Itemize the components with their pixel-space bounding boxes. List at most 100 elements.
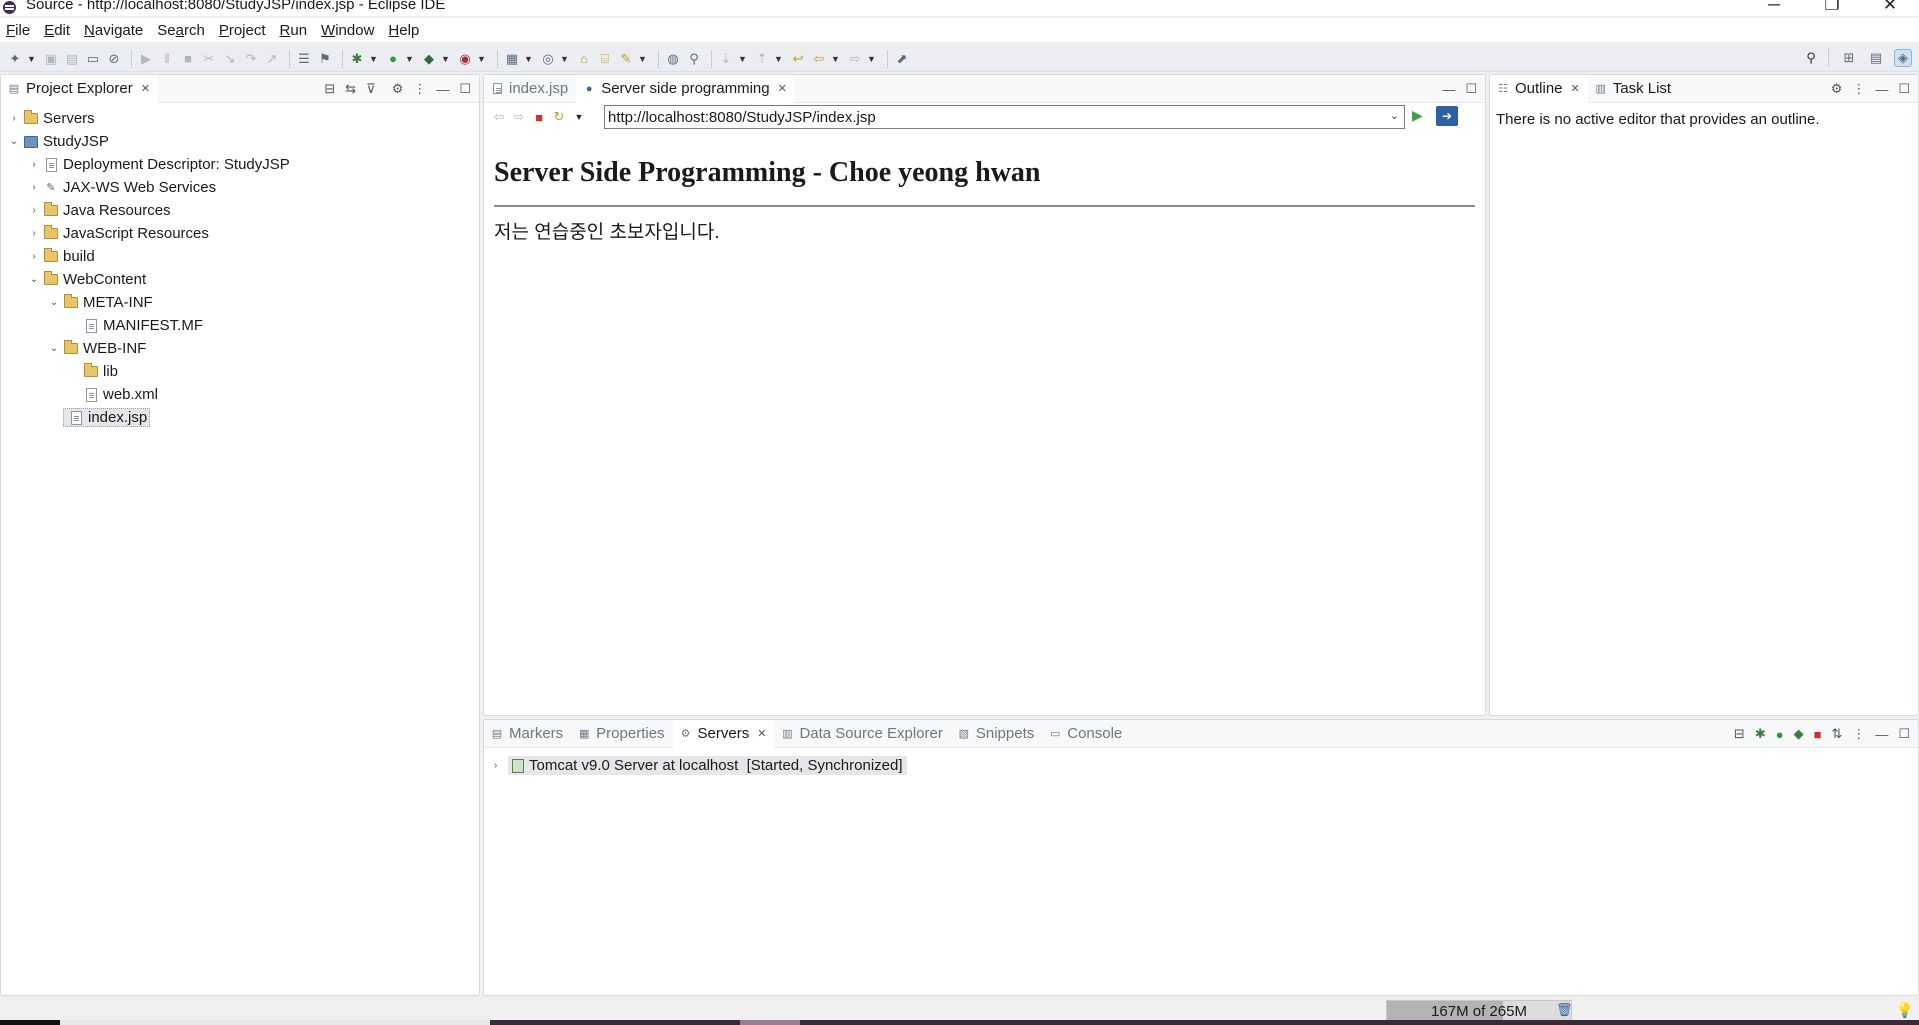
chevron-down-icon[interactable]: ⌄: [47, 343, 61, 354]
tree-item-servers[interactable]: › Servers: [1, 107, 479, 130]
open-external-browser-icon[interactable]: ➔: [1436, 106, 1458, 126]
stop-server-icon[interactable]: ■: [1814, 727, 1822, 742]
chevron-right-icon[interactable]: ›: [27, 205, 41, 216]
menu-project[interactable]: Project: [219, 22, 266, 39]
chevron-right-icon[interactable]: ›: [494, 760, 508, 771]
refresh-icon[interactable]: ↻: [550, 109, 568, 125]
heap-status[interactable]: 167M of 265M: [1386, 1000, 1572, 1022]
menu-run[interactable]: Run: [280, 22, 308, 39]
refresh-dropdown-icon[interactable]: ▼: [570, 112, 588, 122]
save-icon[interactable]: ▣: [42, 50, 60, 68]
previous-annotation-icon[interactable]: ⇡: [753, 50, 771, 68]
view-menu-icon[interactable]: ⋮: [413, 81, 426, 97]
close-icon[interactable]: ✕: [1571, 82, 1580, 95]
web-perspective-icon[interactable]: ◈: [1894, 49, 1912, 67]
tab-console[interactable]: ▭ Console: [1042, 720, 1130, 748]
tree-item-web-xml[interactable]: web.xml: [1, 383, 479, 406]
skip-breakpoints-icon[interactable]: ⊘: [105, 50, 123, 68]
collapse-all-icon[interactable]: ⊟: [324, 81, 335, 97]
server-entry-label[interactable]: Tomcat v9.0 Server at localhost [Started…: [508, 756, 907, 775]
debug-server-icon[interactable]: ✱: [1755, 726, 1766, 742]
toggle-block-icon[interactable]: ☰: [295, 50, 313, 68]
debug-dropdown-icon[interactable]: ▼: [369, 50, 378, 68]
start-server-icon[interactable]: ●: [1776, 727, 1784, 742]
tab-servers[interactable]: ⚙ Servers ✕: [672, 719, 775, 748]
back-dropdown-icon[interactable]: ▼: [831, 50, 840, 68]
menu-help[interactable]: Help: [388, 22, 419, 39]
tip-bulb-icon[interactable]: 💡: [1896, 1002, 1913, 1019]
tree-item-studyjsp[interactable]: ⌄ StudyJSP: [1, 130, 479, 153]
disconnect-icon[interactable]: ✂: [200, 50, 218, 68]
open-perspective-icon[interactable]: ⊞: [1840, 49, 1858, 67]
maximize-icon[interactable]: ☐: [459, 81, 471, 97]
external-tools-icon[interactable]: ◉: [456, 50, 474, 68]
tab-properties[interactable]: ▦ Properties: [571, 720, 672, 748]
collapse-all-icon[interactable]: ⊟: [1734, 726, 1745, 742]
tree-item-manifest[interactable]: MANIFEST.MF: [1, 314, 479, 337]
tree-item-deployment-descriptor[interactable]: › Deployment Descriptor: StudyJSP: [1, 153, 479, 176]
open-perspective-extra-icon[interactable]: ⬈: [893, 50, 911, 68]
taskbar-search[interactable]: [60, 1020, 490, 1025]
forward-icon[interactable]: ⇨: [846, 50, 864, 68]
taskbar-app[interactable]: [740, 1020, 800, 1025]
step-into-icon[interactable]: ↘: [221, 50, 239, 68]
menu-navigate[interactable]: Navigate: [84, 22, 143, 39]
tab-index-jsp[interactable]: index.jsp: [484, 75, 576, 103]
chevron-right-icon[interactable]: ›: [27, 251, 41, 262]
tab-markers[interactable]: ▤ Markers: [484, 720, 571, 748]
tab-server-side-programming[interactable]: ● Server side programming ✕: [576, 74, 795, 103]
next-annotation-icon[interactable]: ⇣: [717, 50, 735, 68]
new-dropdown-icon[interactable]: ▼: [27, 50, 36, 68]
tree-item-meta-inf[interactable]: ⌄ META-INF: [1, 291, 479, 314]
search-tool-icon[interactable]: ✎: [617, 50, 635, 68]
open-task-icon[interactable]: ⌸: [596, 50, 614, 68]
step-return-icon[interactable]: ↗: [263, 50, 281, 68]
view-menu-icon[interactable]: ⋮: [1852, 726, 1865, 742]
close-button[interactable]: ✕: [1861, 0, 1919, 16]
focus-icon[interactable]: ⚙: [1831, 81, 1843, 97]
maximize-icon[interactable]: ☐: [1465, 81, 1477, 97]
new-icon[interactable]: ✦: [6, 50, 24, 68]
java-ee-perspective-icon[interactable]: ▤: [1867, 49, 1885, 67]
chevron-down-icon[interactable]: ⌄: [27, 274, 41, 285]
external-tools-dropdown-icon[interactable]: ▼: [477, 50, 486, 68]
resume-icon[interactable]: ▶: [137, 50, 155, 68]
focus-icon[interactable]: ⚙: [392, 81, 404, 97]
filter-icon[interactable]: ⊽: [366, 81, 376, 97]
new-server-icon[interactable]: ▦: [503, 50, 521, 68]
chevron-down-icon[interactable]: ⌄: [47, 297, 61, 308]
chevron-right-icon[interactable]: ›: [27, 228, 41, 239]
chevron-right-icon[interactable]: ›: [27, 182, 41, 193]
link-with-editor-icon[interactable]: ⇆: [345, 81, 356, 97]
stop-icon[interactable]: ■: [530, 110, 548, 125]
maximize-icon[interactable]: ☐: [1898, 81, 1910, 97]
minimize-icon[interactable]: —: [1875, 727, 1888, 742]
back-icon[interactable]: ⇦: [810, 50, 828, 68]
tree-item-lib[interactable]: lib: [1, 360, 479, 383]
run-dropdown-icon[interactable]: ▼: [405, 50, 414, 68]
terminate-icon[interactable]: ■: [179, 50, 197, 68]
forward-icon[interactable]: ⇨: [510, 109, 528, 125]
debug-icon[interactable]: ✱: [348, 50, 366, 68]
restore-button[interactable]: ❐: [1803, 0, 1861, 16]
publish-icon[interactable]: ⇅: [1831, 726, 1842, 742]
close-icon[interactable]: ✕: [757, 727, 766, 740]
new-class-dropdown-icon[interactable]: ▼: [560, 50, 569, 68]
tree-item-index-jsp[interactable]: index.jsp: [1, 406, 479, 429]
chevron-down-icon[interactable]: ⌄: [7, 136, 21, 147]
search-icon[interactable]: ⚲: [1802, 49, 1820, 67]
back-icon[interactable]: ⇦: [490, 109, 508, 125]
tree-item-jax-ws[interactable]: › ✎ JAX-WS Web Services: [1, 176, 479, 199]
maximize-icon[interactable]: ☐: [1898, 726, 1910, 742]
close-icon[interactable]: ✕: [778, 82, 787, 95]
url-input[interactable]: http://localhost:8080/StudyJSP/index.jsp…: [604, 105, 1405, 129]
garbage-collect-icon[interactable]: 🗑: [1556, 1002, 1573, 1018]
last-edit-icon[interactable]: ↩: [789, 50, 807, 68]
tree-item-build[interactable]: › build: [1, 245, 479, 268]
suspend-icon[interactable]: ‖: [158, 50, 176, 68]
tree-item-webcontent[interactable]: ⌄ WebContent: [1, 268, 479, 291]
terminal-icon[interactable]: ▭: [84, 50, 102, 68]
pin-editor-icon[interactable]: ⚲: [685, 50, 703, 68]
profile-server-icon[interactable]: ◆: [1794, 726, 1804, 742]
taskbar-start[interactable]: [0, 1020, 60, 1025]
